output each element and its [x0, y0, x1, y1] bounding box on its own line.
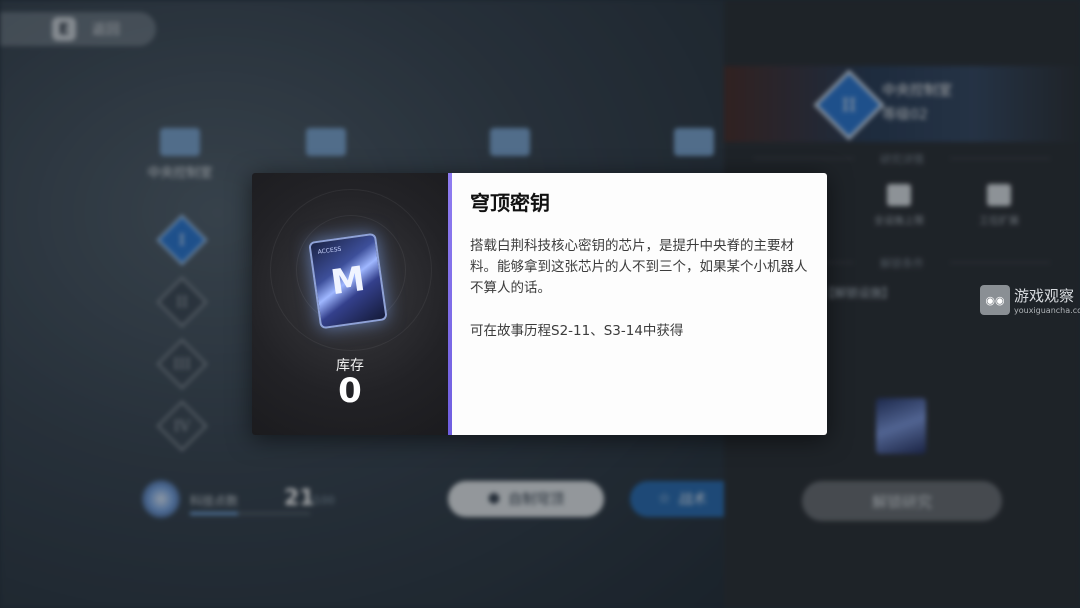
watermark: ◉◉ 游戏观察 youxiguancha.com: [980, 285, 1080, 315]
watermark-cn: 游戏观察: [1014, 287, 1075, 305]
item-preview: ACCESS M 库存 0: [252, 173, 448, 435]
watermark-logo-icon: ◉◉: [980, 285, 1010, 315]
watermark-en: youxiguancha.com: [1014, 306, 1080, 315]
item-name: 穹顶密钥: [470, 191, 550, 215]
item-info: 穹顶密钥 搭载白荆科技核心密钥的芯片，是提升中央脊的主要材料。能够拿到这张芯片的…: [452, 173, 827, 435]
item-source: 可在故事历程S2-11、S3-14中获得: [470, 323, 684, 339]
dome-key-chip-icon: ACCESS M: [308, 232, 388, 330]
stock-value: 0: [338, 371, 362, 411]
chip-letter: M: [328, 258, 368, 304]
item-description: 搭载白荆科技核心密钥的芯片，是提升中央脊的主要材料。能够拿到这张芯片的人不到三个…: [470, 238, 808, 296]
item-detail-popup: ACCESS M 库存 0 穹顶密钥 搭载白荆科技核心密钥的芯片，是提升中央脊的…: [252, 173, 827, 435]
